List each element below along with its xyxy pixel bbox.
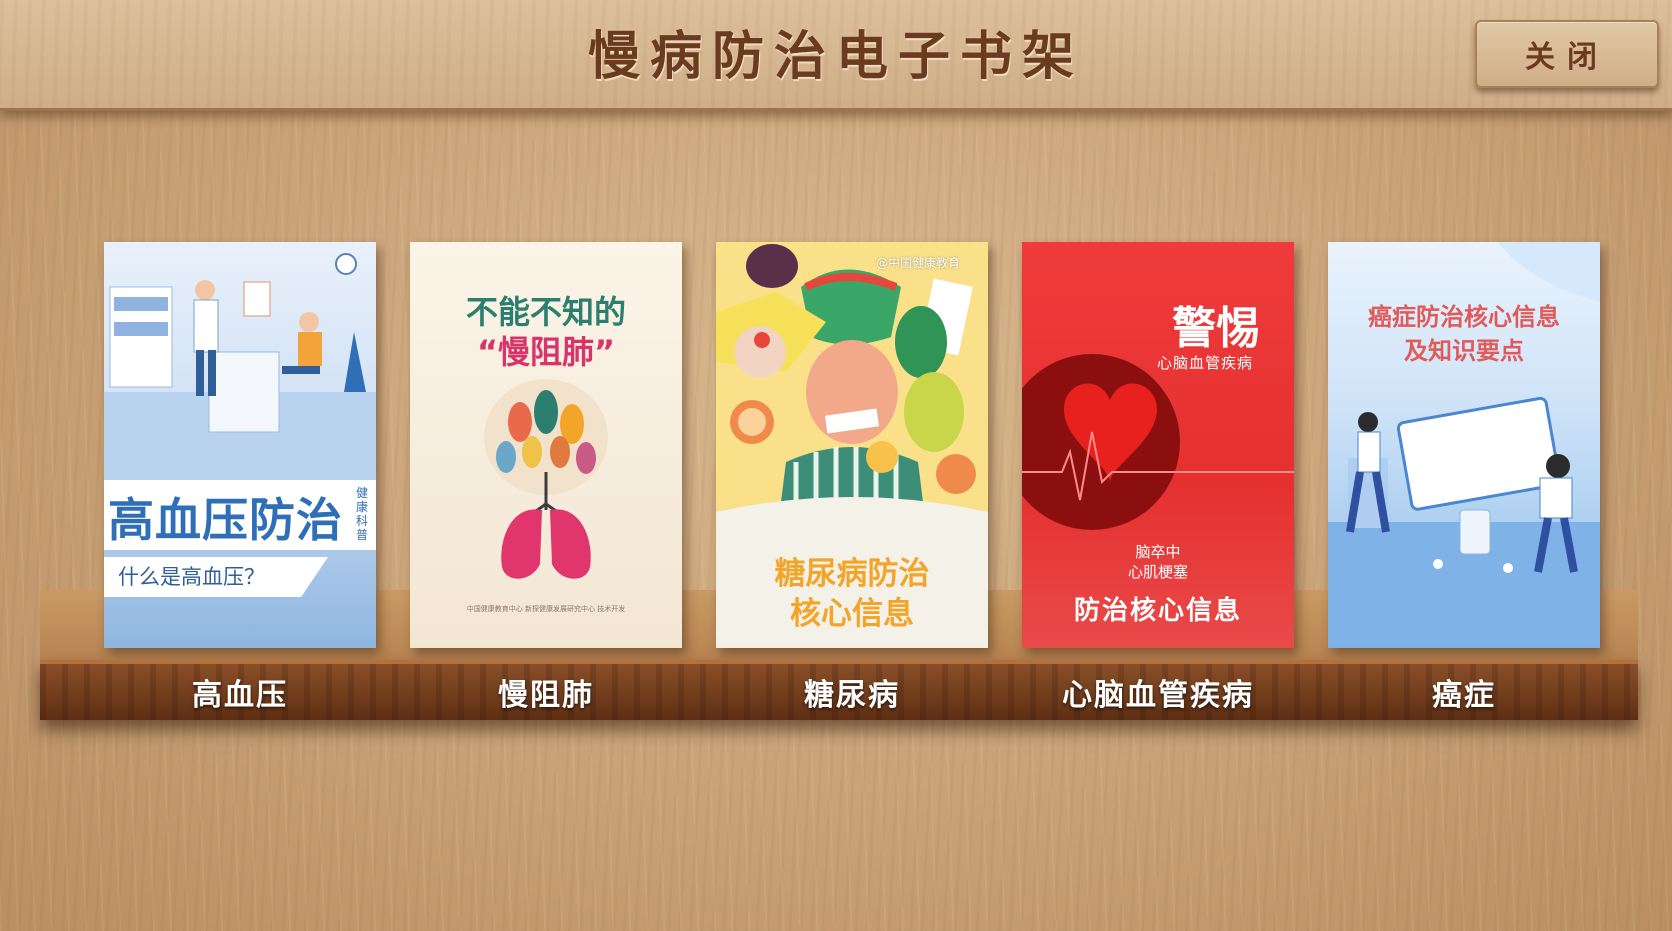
close-button[interactable]: 关闭 bbox=[1475, 20, 1659, 88]
cover-title-line2: 核心信息 bbox=[790, 596, 914, 632]
cover-title-line1: 糖尿病防治 bbox=[774, 556, 930, 592]
book-cancer[interactable]: 癌症防治核心信息 及知识要点 bbox=[1328, 242, 1600, 648]
cover-headline: 警惕 bbox=[1172, 303, 1260, 354]
cover-title: 防治核心信息 bbox=[1073, 596, 1242, 626]
shelf: 高血压 慢阻肺 糖尿病 心脑血管疾病 癌症 bbox=[40, 660, 1638, 720]
shelf-label-cardiovascular[interactable]: 心脑血管疾病 bbox=[1022, 664, 1294, 720]
shelf-label-copd[interactable]: 慢阻肺 bbox=[410, 664, 682, 720]
shelf-label-cancer[interactable]: 癌症 bbox=[1328, 664, 1600, 720]
cover-credit: @中国健康教育 bbox=[876, 256, 961, 270]
cover-side-text: 健康科普 bbox=[356, 486, 369, 542]
shelf-label-hypertension[interactable]: 高血压 bbox=[104, 664, 376, 720]
book-hypertension[interactable]: 高血压防治 健康科普 什么是高血压？ bbox=[104, 242, 376, 648]
cover-item-stroke: 脑卒中 bbox=[1135, 543, 1181, 561]
shelf-label-diabetes[interactable]: 糖尿病 bbox=[716, 664, 988, 720]
cover-title: 糖尿病防治 核心信息 bbox=[716, 554, 988, 634]
clinic-illustration bbox=[104, 253, 376, 482]
cover-title: 癌症防治核心信息 及知识要点 bbox=[1328, 300, 1600, 368]
cover-subtitle: 心脑血管疾病 bbox=[1157, 354, 1254, 372]
cover-item-mi: 心肌梗塞 bbox=[1127, 563, 1188, 581]
book-diabetes[interactable]: @中国健康教育 糖尿病防治 核心信息 bbox=[716, 242, 988, 648]
book-cardiovascular[interactable]: 警惕 心脑血管疾病 脑卒中 心肌梗塞 防治核心信息 bbox=[1022, 242, 1294, 648]
cover-title: 高血压防治 bbox=[108, 493, 343, 547]
cover-title-line1: 癌症防治核心信息 bbox=[1368, 303, 1560, 331]
book-copd[interactable]: 不能不知的 “慢阻肺” 中国健康教育中心 新探健康发展研究中心 技术开发 bbox=[410, 242, 682, 648]
cover-tag: 什么是高血压？ bbox=[104, 557, 328, 597]
cover-footer: 中国健康教育中心 新探健康发展研究中心 技术开发 bbox=[466, 605, 626, 613]
food-illustration bbox=[716, 242, 988, 542]
cover-title-line2: 及知识要点 bbox=[1404, 337, 1524, 365]
lung-tree-illustration bbox=[484, 379, 608, 579]
cover-items: 脑卒中 心肌梗塞 bbox=[1022, 542, 1294, 582]
page-title: 慢病防治电子书架 bbox=[587, 27, 1084, 87]
header-bar: 慢病防治电子书架 关闭 bbox=[0, 0, 1672, 111]
